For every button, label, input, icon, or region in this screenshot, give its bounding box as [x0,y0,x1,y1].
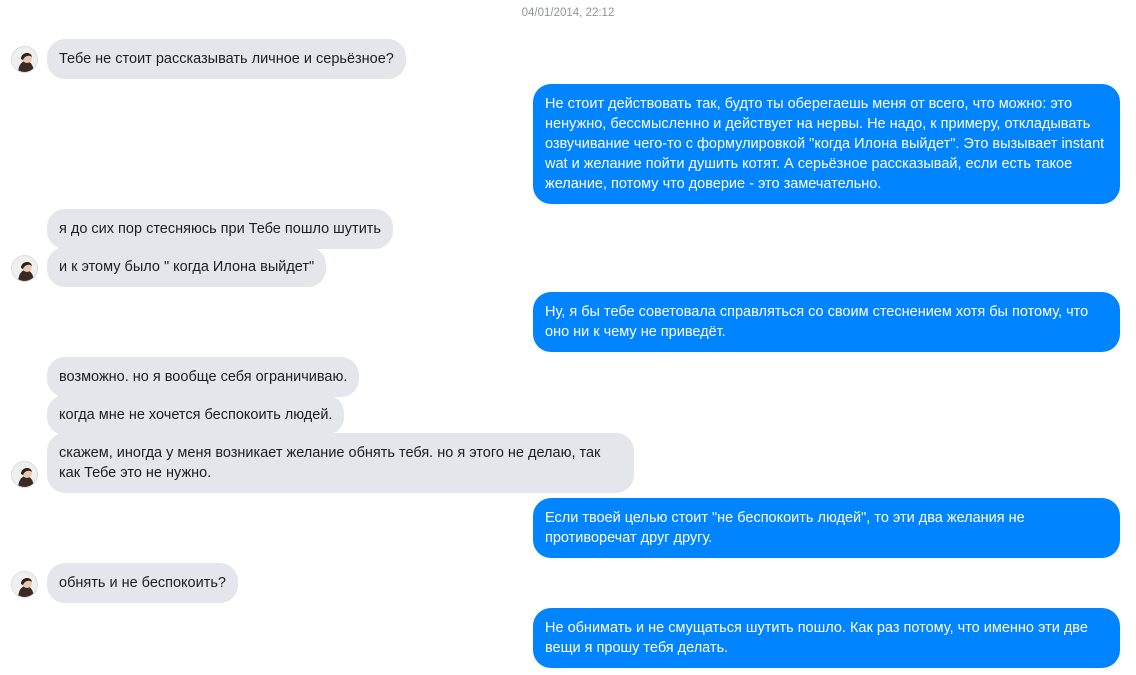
contact-avatar-icon[interactable] [11,46,38,73]
message-bubble-incoming[interactable]: скажем, иногда у меня возникает желание … [47,433,634,493]
message-bubble-outgoing[interactable]: Ну, я бы тебе советовала справляться со … [533,292,1120,352]
message-bubble-outgoing[interactable]: Если твоей целью стоит "не беспокоить лю… [533,498,1120,558]
contact-avatar-icon[interactable] [11,571,38,598]
contact-avatar-icon[interactable] [11,255,38,282]
message-bubble-outgoing[interactable]: Не обнимать и не смущаться шутить пошло.… [533,608,1120,668]
message-bubble-incoming[interactable]: обнять и не беспокоить? [47,563,238,603]
message-bubble-incoming[interactable]: Тебе не стоит рассказывать личное и серь… [47,39,406,79]
message-bubble-incoming[interactable]: и к этому было " когда Илона выйдет" [47,247,327,287]
message-bubble-outgoing[interactable]: Не стоит действовать так, будто ты обере… [533,84,1120,204]
conversation-timestamp: 04/01/2014, 22:12 [521,7,615,19]
message-bubble-incoming[interactable]: когда мне не хочется беспокоить людей. [47,395,345,435]
message-bubble-incoming[interactable]: я до сих пор стесняюсь при Тебе пошло шу… [47,209,393,249]
message-bubble-incoming[interactable]: возможно. но я вообще себя ограничиваю. [47,357,360,397]
contact-avatar-icon[interactable] [11,461,38,488]
